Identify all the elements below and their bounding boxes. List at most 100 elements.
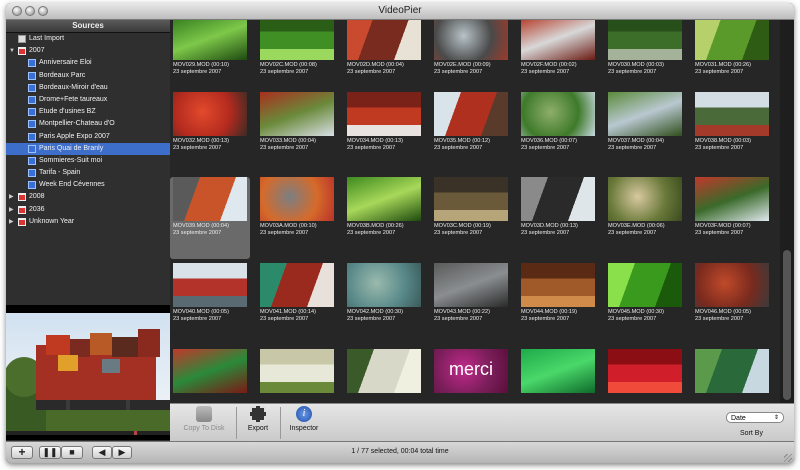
clip-thumbnail <box>260 177 334 221</box>
clip-item[interactable]: MOV035.MOD (00:12) 23 septembre 2007 <box>431 92 511 174</box>
sidebar-item[interactable]: Montpellier-Chateau d'O <box>6 118 170 130</box>
clip-date: 23 septembre 2007 <box>608 230 657 236</box>
clip-item[interactable]: MOV037.MOD (00:04) 23 septembre 2007 <box>605 92 685 174</box>
clip-item[interactable] <box>257 349 337 403</box>
clip-thumbnail <box>260 263 334 307</box>
clip-item[interactable]: MOV03A.MOD (00:10) 23 septembre 2007 <box>257 177 337 259</box>
clip-item[interactable]: MOV031.MOD (00:26) 23 septembre 2007 <box>692 20 772 98</box>
clip-caption: MOV02E.MOD (00:09) 23 septembre 2007 <box>434 62 512 76</box>
sidebar-item[interactable]: ▶ Unknown Year <box>6 216 170 228</box>
clip-name: MOV03E.MOD (00:06) <box>608 223 665 229</box>
preview-frame-image <box>6 305 170 431</box>
title-bar[interactable]: VideoPier <box>6 3 794 20</box>
clip-thumbnail <box>173 349 247 393</box>
clip-item[interactable]: MOV045.MOD (00:30) 23 septembre 2007 <box>605 263 685 345</box>
clip-grid-scrollbar[interactable] <box>780 20 794 403</box>
clip-item[interactable]: MOV030.MOD (00:03) 23 septembre 2007 <box>605 20 685 98</box>
clip-item[interactable]: MOV042.MOD (00:30) 23 septembre 2007 <box>344 263 424 345</box>
sidebar-item[interactable]: Paris Apple Expo 2007 <box>6 131 170 143</box>
sidebar-item-label: 2008 <box>29 193 45 201</box>
inspector-label: Inspector <box>289 425 319 432</box>
clip-item[interactable]: MOV03D.MOD (00:13) 23 septembre 2007 <box>518 177 598 259</box>
sort-by-select[interactable]: Date ⇕ <box>726 412 784 423</box>
disclosure-closed-icon[interactable]: ▶ <box>9 216 14 228</box>
clip-caption: MOV046.MOD (00:05) 23 septembre 2007 <box>695 309 773 323</box>
sidebar-item[interactable]: Bordeaux Parc <box>6 70 170 82</box>
clip-item[interactable] <box>518 349 598 403</box>
disclosure-closed-icon[interactable]: ▶ <box>9 191 14 203</box>
calendar-folder-icon <box>18 193 26 202</box>
sidebar-item[interactable]: Tarifa - Spain <box>6 167 170 179</box>
sidebar-item-label: Anniversaire Eloi <box>39 59 92 67</box>
clip-item[interactable]: MOV038.MOD (00:03) 23 septembre 2007 <box>692 92 772 174</box>
clip-date: 23 septembre 2007 <box>347 69 396 75</box>
sidebar-item[interactable]: ▶ 2008 <box>6 191 170 203</box>
sidebar-item[interactable]: Sommieres-Suit moi <box>6 155 170 167</box>
clip-item[interactable] <box>692 349 772 403</box>
video-preview[interactable] <box>6 305 170 440</box>
copy-to-disk-button[interactable]: Copy To Disk <box>176 406 232 440</box>
inspector-button[interactable]: i Inspector <box>284 406 324 440</box>
sidebar-item[interactable]: Paris Quai de Branly <box>6 142 170 155</box>
clip-item[interactable]: MOV02E.MOD (00:09) 23 septembre 2007 <box>431 20 511 98</box>
film-icon <box>28 95 36 104</box>
clip-item[interactable]: MOV044.MOD (00:19) 23 septembre 2007 <box>518 263 598 345</box>
clip-item[interactable]: MOV036.MOD (00:07) 23 septembre 2007 <box>518 92 598 174</box>
clip-item[interactable]: MOV046.MOD (00:05) 23 septembre 2007 <box>692 263 772 345</box>
clip-item[interactable]: MOV02C.MOD (00:08) 23 septembre 2007 <box>257 20 337 98</box>
clip-thumbnail <box>347 92 421 136</box>
preview-scrubber[interactable] <box>6 431 170 435</box>
clip-date: 23 septembre 2007 <box>695 316 744 322</box>
sidebar-item[interactable]: Etude d'usines BZ <box>6 106 170 118</box>
clip-thumbnail <box>434 263 508 307</box>
sidebar-item[interactable]: Drome+Fete taureaux <box>6 94 170 106</box>
clip-caption: MOV034.MOD (00:13) 23 septembre 2007 <box>347 138 425 152</box>
clip-date: 23 septembre 2007 <box>695 145 744 151</box>
clip-name: MOV041.MOD (00:14) <box>260 309 316 315</box>
clip-caption: MOV037.MOD (00:04) 23 septembre 2007 <box>608 138 686 152</box>
clip-date: 23 septembre 2007 <box>608 69 657 75</box>
clip-item[interactable]: MOV043.MOD (00:22) 23 septembre 2007 <box>431 263 511 345</box>
sidebar-item[interactable]: Week End Cévennes <box>6 179 170 191</box>
clip-item[interactable]: MOV03E.MOD (00:06) 23 septembre 2007 <box>605 177 685 259</box>
clip-item[interactable]: MOV029.MOD (00:10) 23 septembre 2007 <box>170 20 250 98</box>
clip-item[interactable]: merci <box>431 349 511 403</box>
clip-date: 23 septembre 2007 <box>260 69 309 75</box>
film-icon <box>28 169 36 178</box>
clip-name: MOV033.MOD (00:04) <box>260 138 316 144</box>
resize-grip[interactable] <box>784 454 792 462</box>
scrollbar-thumb[interactable] <box>783 250 791 400</box>
sidebar-item[interactable]: Anniversaire Eloi <box>6 57 170 69</box>
clip-item[interactable] <box>344 349 424 403</box>
clip-item[interactable]: MOV033.MOD (00:04) 23 septembre 2007 <box>257 92 337 174</box>
disclosure-open-icon[interactable]: ▼ <box>9 45 15 57</box>
sidebar-item-label: 2007 <box>29 47 45 55</box>
clip-thumbnail <box>434 20 508 60</box>
clip-item[interactable]: MOV039.MOD (00:04) 23 septembre 2007 <box>170 177 250 259</box>
sidebar-item[interactable]: ▶ 2036 <box>6 204 170 216</box>
clip-item[interactable]: MOV03B.MOD (00:26) 23 septembre 2007 <box>344 177 424 259</box>
clip-item[interactable] <box>170 349 250 403</box>
clip-item[interactable]: MOV02D.MOD (00:04) 23 septembre 2007 <box>344 20 424 98</box>
sidebar-item-label: Last Import <box>29 35 65 42</box>
clip-item[interactable]: MOV03C.MOD (00:19) 23 septembre 2007 <box>431 177 511 259</box>
clip-caption: MOV03F.MOD (00:07) 23 septembre 2007 <box>695 223 773 237</box>
clip-date: 23 septembre 2007 <box>434 145 483 151</box>
clip-item[interactable]: MOV040.MOD (00:05) 23 septembre 2007 <box>170 263 250 345</box>
clip-item[interactable]: MOV02F.MOD (00:02) 23 septembre 2007 <box>518 20 598 98</box>
export-button[interactable]: Export <box>240 406 276 440</box>
clip-grid: MOV029.MOD (00:10) 23 septembre 2007 MOV02… <box>170 20 780 403</box>
clip-item[interactable]: MOV034.MOD (00:13) 23 septembre 2007 <box>344 92 424 174</box>
disclosure-closed-icon[interactable]: ▶ <box>9 204 14 216</box>
clip-item[interactable] <box>605 349 685 403</box>
clip-item[interactable]: MOV03F.MOD (00:07) 23 septembre 2007 <box>692 177 772 259</box>
clip-name: MOV02D.MOD (00:04) <box>347 62 404 68</box>
clip-item[interactable]: MOV041.MOD (00:14) 23 septembre 2007 <box>257 263 337 345</box>
disk-icon <box>196 406 212 422</box>
clip-item[interactable]: MOV032.MOD (00:13) 23 septembre 2007 <box>170 92 250 174</box>
sidebar-item[interactable]: ▼ 2007 <box>6 45 170 57</box>
calendar-folder-icon <box>18 217 26 226</box>
sidebar-item[interactable]: Last Import <box>6 33 170 45</box>
clip-date: 23 septembre 2007 <box>260 316 309 322</box>
sidebar-item[interactable]: Bordeaux-Miroir d'eau <box>6 82 170 94</box>
